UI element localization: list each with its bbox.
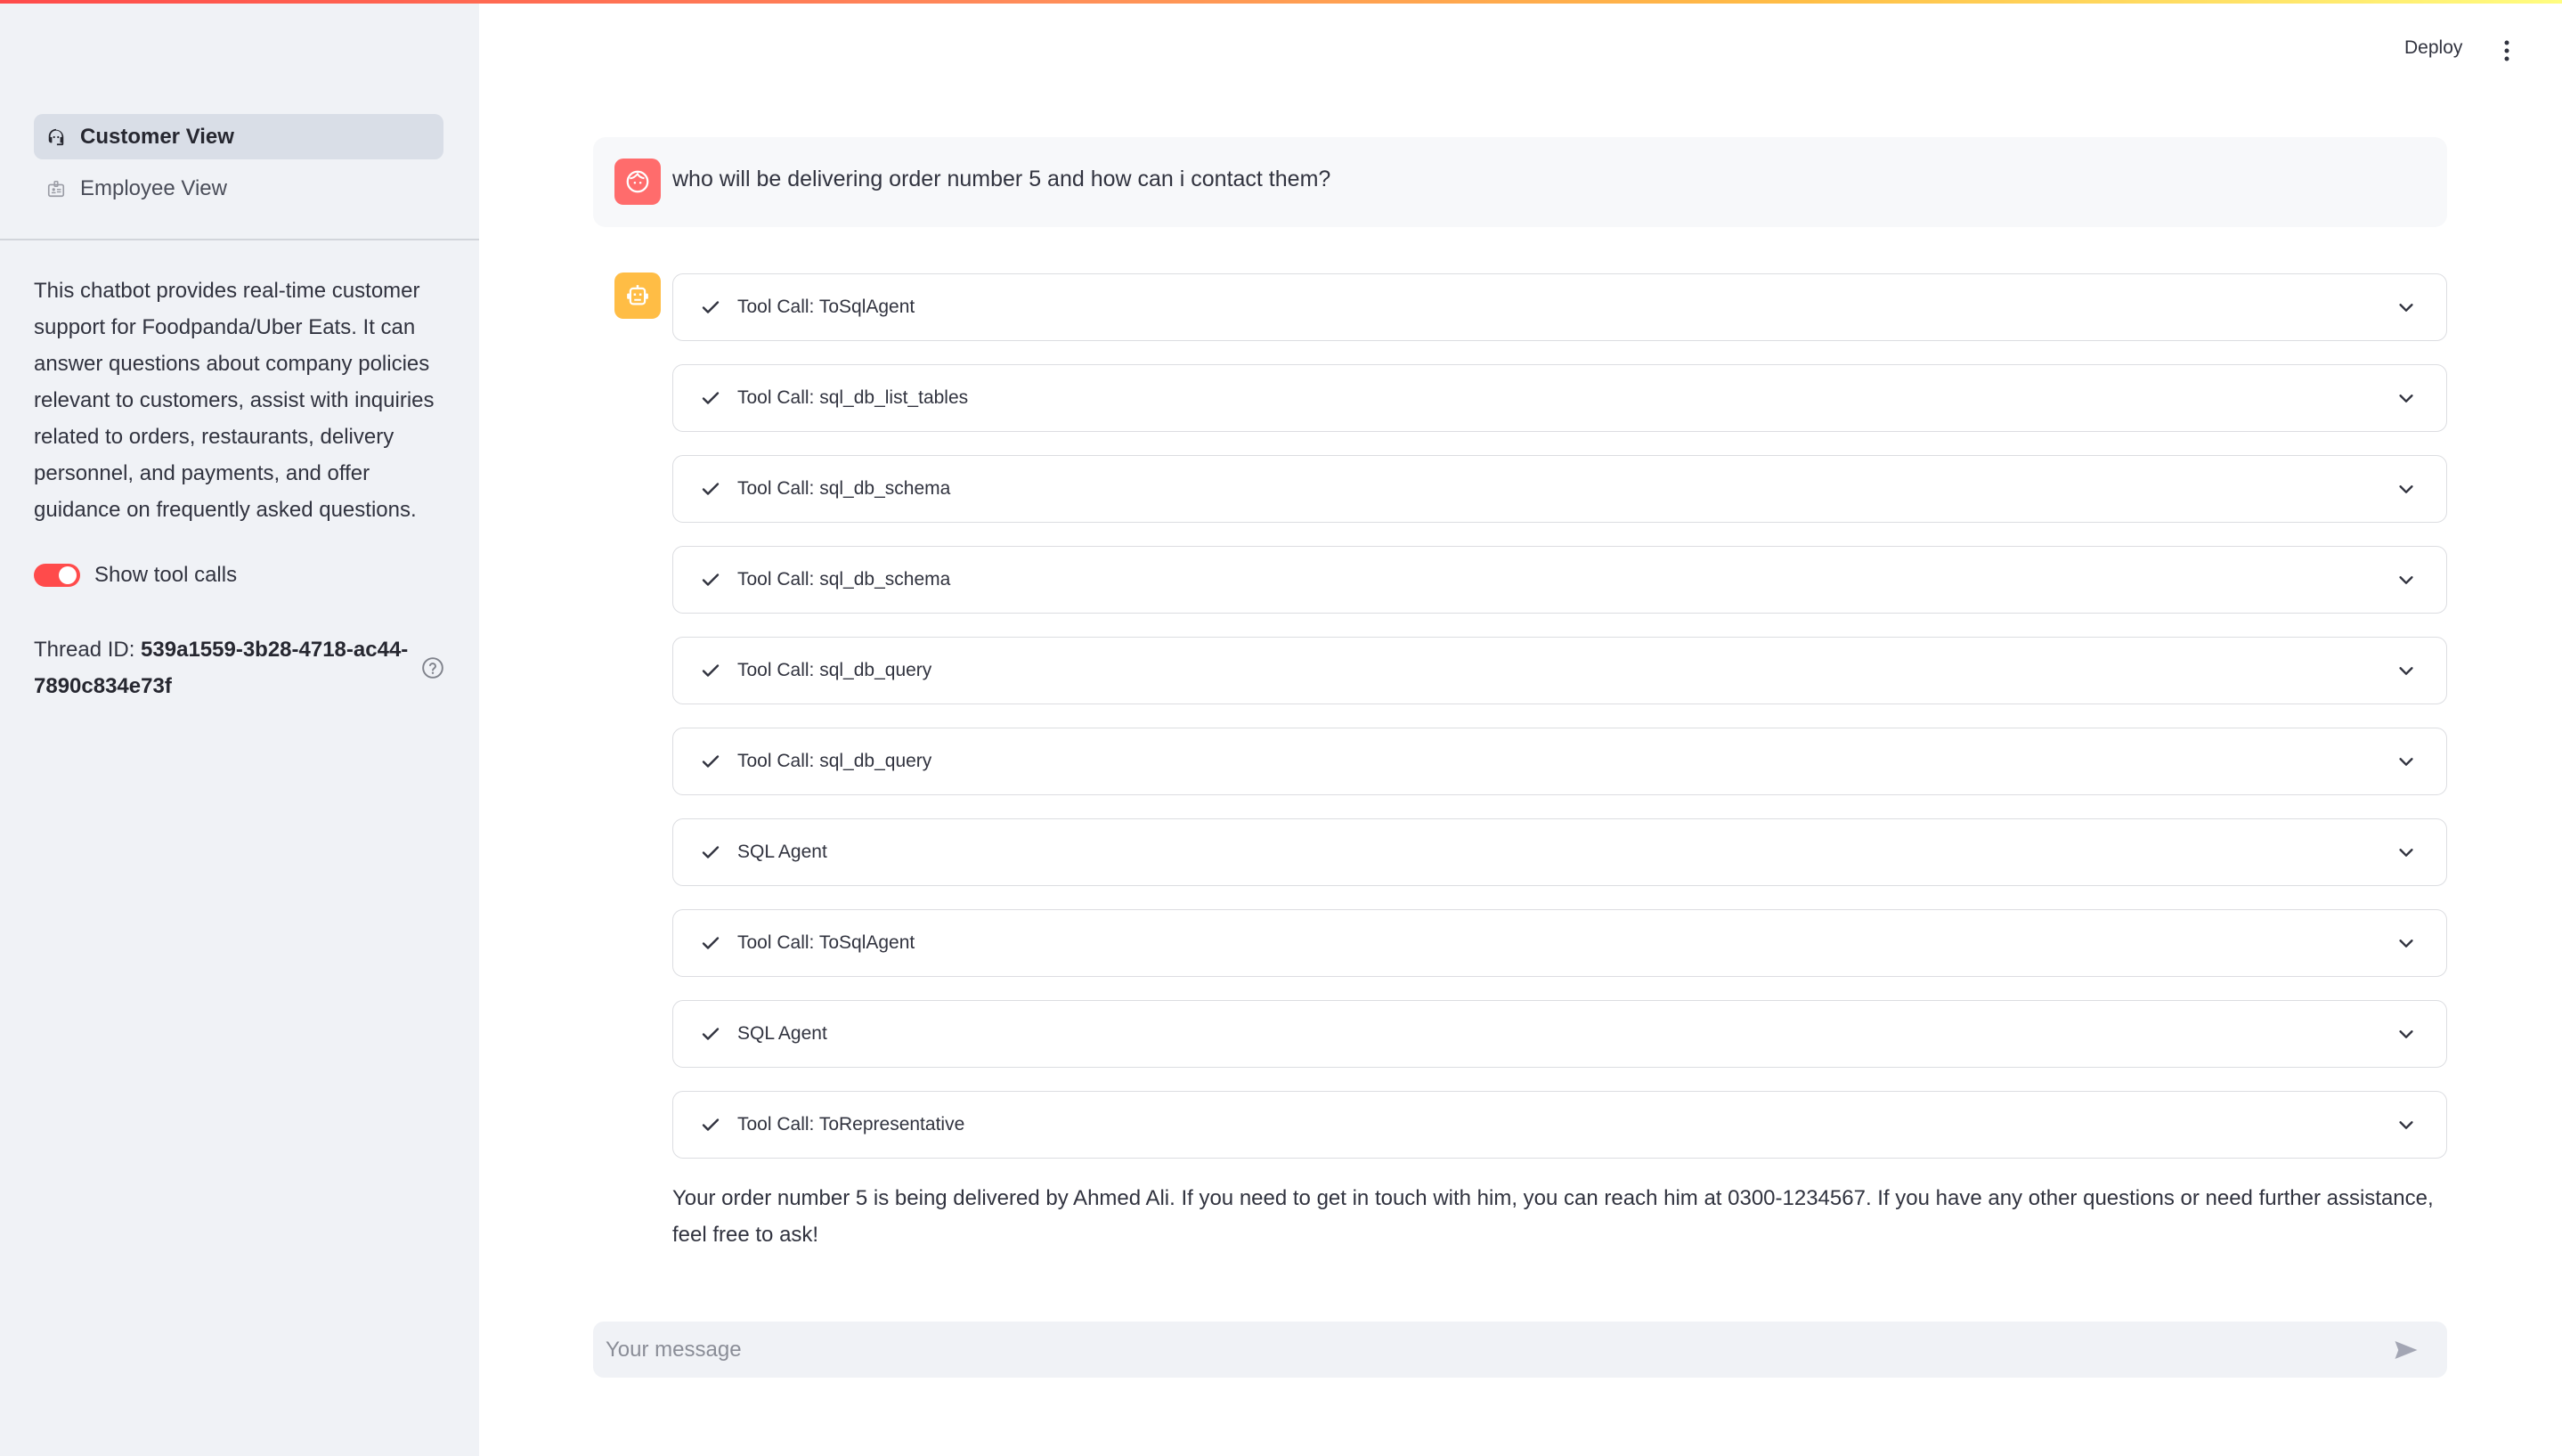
- check-icon: [700, 932, 721, 954]
- app-description: This chatbot provides real-time customer…: [34, 279, 435, 522]
- check-icon: [700, 569, 721, 590]
- chevron-down-icon[interactable]: [2396, 297, 2416, 317]
- id-badge-icon: [46, 179, 66, 199]
- help-circle-icon[interactable]: [421, 656, 444, 679]
- expander-label: Tool Call: ToRepresentative: [737, 1114, 965, 1135]
- check-icon: [700, 297, 721, 318]
- tool-call-expander[interactable]: Tool Call: sql_db_query: [672, 637, 2447, 704]
- support-agent-icon: [46, 127, 66, 147]
- expander-label: Tool Call: sql_db_schema: [737, 478, 951, 499]
- chevron-down-icon[interactable]: [2396, 933, 2416, 953]
- tool-call-expander[interactable]: Tool Call: sql_db_list_tables: [672, 364, 2447, 432]
- expander-label: Tool Call: sql_db_query: [737, 751, 932, 771]
- chevron-down-icon[interactable]: [2396, 388, 2416, 408]
- message-input[interactable]: [593, 1337, 2392, 1362]
- user-message-text: who will be delivering order number 5 an…: [672, 167, 1331, 191]
- tool-call-expander[interactable]: Tool Call: sql_db_schema: [672, 455, 2447, 523]
- show-tool-calls-toggle[interactable]: [34, 564, 80, 587]
- check-icon: [700, 478, 721, 500]
- chevron-down-icon[interactable]: [2396, 1115, 2416, 1135]
- nav-item-employee-view[interactable]: Employee View: [34, 166, 443, 211]
- send-icon[interactable]: [2392, 1336, 2420, 1364]
- deploy-button[interactable]: Deploy: [2404, 37, 2462, 59]
- nav-item-customer-view[interactable]: Customer View: [34, 114, 443, 159]
- tool-call-expander[interactable]: Tool Call: sql_db_query: [672, 728, 2447, 795]
- nav-item-label: Employee View: [80, 175, 227, 200]
- bot-avatar-icon: [614, 272, 661, 319]
- show-tool-calls-toggle-row: Show tool calls: [34, 563, 237, 588]
- chevron-down-icon[interactable]: [2396, 570, 2416, 590]
- check-icon: [700, 751, 721, 772]
- vertical-ellipsis-icon[interactable]: [2501, 39, 2513, 62]
- thread-id: Thread ID: 539a1559-3b28-4718-ac44-7890c…: [34, 631, 417, 704]
- sidebar: Customer View Employee View This chatbot…: [0, 0, 479, 1456]
- toggle-label: Show tool calls: [94, 563, 238, 587]
- expander-label: Tool Call: ToSqlAgent: [737, 297, 915, 317]
- expander-label: Tool Call: sql_db_query: [737, 660, 932, 680]
- chevron-down-icon[interactable]: [2396, 1024, 2416, 1044]
- chevron-down-icon[interactable]: [2396, 752, 2416, 771]
- tool-call-expander[interactable]: SQL Agent: [672, 1000, 2447, 1068]
- assistant-response: Your order number 5 is being delivered b…: [672, 1186, 2434, 1247]
- check-icon: [700, 387, 721, 409]
- tool-call-expander[interactable]: Tool Call: ToSqlAgent: [672, 273, 2447, 341]
- tool-call-expander[interactable]: Tool Call: ToRepresentative: [672, 1091, 2447, 1159]
- check-icon: [700, 1023, 721, 1045]
- tool-call-expander[interactable]: SQL Agent: [672, 818, 2447, 886]
- chevron-down-icon[interactable]: [2396, 842, 2416, 862]
- check-icon: [700, 660, 721, 681]
- sidebar-nav: Customer View Employee View: [34, 114, 443, 217]
- expander-label: Tool Call: ToSqlAgent: [737, 932, 915, 953]
- sidebar-divider: [0, 239, 479, 240]
- tool-call-expander[interactable]: Tool Call: ToSqlAgent: [672, 909, 2447, 977]
- chevron-down-icon[interactable]: [2396, 479, 2416, 499]
- expander-label: Tool Call: sql_db_schema: [737, 569, 951, 590]
- user-avatar-icon: [614, 159, 661, 205]
- nav-item-label: Customer View: [80, 124, 234, 149]
- expander-label: Tool Call: sql_db_list_tables: [737, 387, 969, 408]
- top-decoration-bar: [0, 0, 2562, 4]
- thread-id-label: Thread ID:: [34, 638, 142, 662]
- chat-input-container: [593, 1322, 2447, 1378]
- expander-label: SQL Agent: [737, 842, 827, 862]
- tool-call-expander[interactable]: Tool Call: sql_db_schema: [672, 546, 2447, 614]
- check-icon: [700, 842, 721, 863]
- expander-label: SQL Agent: [737, 1023, 827, 1044]
- check-icon: [700, 1114, 721, 1135]
- chevron-down-icon[interactable]: [2396, 661, 2416, 680]
